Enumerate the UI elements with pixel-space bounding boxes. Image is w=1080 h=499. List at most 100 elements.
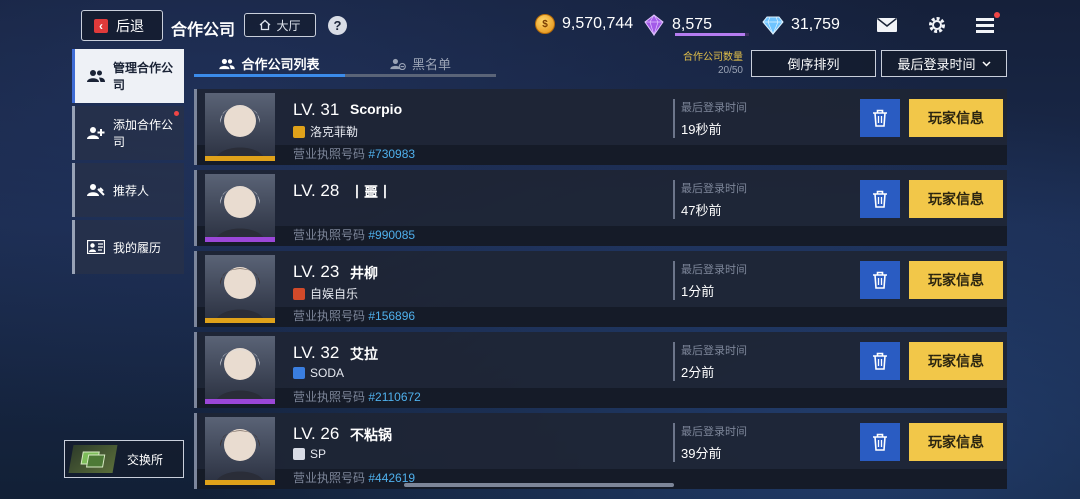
sidebar-item-label: 管理合作公司 [113,61,174,92]
menu-button[interactable] [975,12,1000,35]
player-name: 丨噩丨 [350,184,392,200]
player-info-button[interactable]: 玩家信息 [909,342,1003,380]
tab-underline [345,74,496,77]
handshake-icon [87,181,105,199]
hall-button[interactable]: 大厅 [244,13,316,37]
partner-row: LV. 23 井柳 自娱自乐 营业执照号码 #156896 最后登录时间 1分前… [194,251,1007,327]
player-info-button[interactable]: 玩家信息 [909,99,1003,137]
diamond-value: 31,759 [791,16,840,33]
guild: SP [293,447,326,461]
last-login: 最后登录时间 19秒前 [673,99,747,138]
chevron-down-icon [981,60,991,67]
crystal-value: 8,575 [672,16,713,33]
player-info-button[interactable]: 玩家信息 [909,180,1003,218]
rarity-strip [205,237,275,242]
tab-partner-list[interactable]: 合作公司列表 [194,50,345,77]
scroll-indicator[interactable] [404,483,674,487]
notification-dot [174,111,179,116]
avatar[interactable] [205,93,275,161]
partner-row: LV. 28 丨噩丨 营业执照号码 #990085 最后登录时间 47秒前 玩家… [194,170,1007,246]
settings-button[interactable] [926,15,948,35]
guild: 自娱自乐 [293,285,358,302]
guild-name: 洛克菲勒 [310,125,359,139]
license-value: #730983 [368,147,416,161]
player-level: LV. 23 [293,262,340,281]
character-portrait-icon [215,348,265,404]
delete-partner-button[interactable] [860,342,900,380]
last-login: 最后登录时间 39分前 [673,423,747,462]
player-name: Scorpio [350,101,403,117]
license-value: #990085 [368,228,416,242]
character-portrait-icon [215,186,265,242]
license-label: 营业执照号码 [293,147,366,161]
player-level: LV. 26 [293,424,340,443]
character-portrait-icon [215,267,265,323]
last-login-label: 最后登录时间 [681,264,747,276]
avatar[interactable] [205,336,275,404]
guild-name: 自娱自乐 [310,287,359,301]
block-user-icon [390,58,406,70]
sidebar-item-label: 添加合作公司 [113,118,174,149]
delete-partner-button[interactable] [860,99,900,137]
sidebar-item-referrer[interactable]: 推荐人 [72,163,184,217]
gear-icon [929,17,945,33]
menu-icon [976,18,994,33]
delete-partner-button[interactable] [860,423,900,461]
trash-icon [873,352,887,370]
license-label: 营业执照号码 [293,309,366,323]
exchange-item-icon [68,445,118,473]
avatar[interactable] [205,174,275,242]
crystal-counter: 8,575 [643,14,749,36]
sort-label: 倒序排列 [787,57,840,72]
last-login-label: 最后登录时间 [681,426,747,438]
guild-emblem-icon [293,448,305,460]
users-icon [219,58,236,69]
crystal-progress-bar [675,33,749,36]
guild-name: SODA [310,366,345,380]
delete-partner-button[interactable] [860,261,900,299]
trash-icon [873,433,887,451]
avatar[interactable] [205,417,275,485]
mail-icon [877,18,897,32]
rarity-strip [205,156,275,161]
partner-count-label: 合作公司数量 [683,52,743,63]
delete-partner-button[interactable] [860,180,900,218]
guild-emblem-icon [293,367,305,379]
guild: SODA [293,366,344,380]
player-info-button[interactable]: 玩家信息 [909,423,1003,461]
sort-field-dropdown[interactable]: 最后登录时间 [881,50,1007,77]
sidebar-item-manage[interactable]: 管理合作公司 [72,49,184,103]
player-level: LV. 31 [293,100,340,119]
users-icon [87,67,105,85]
tab-underline [194,74,345,77]
mail-button[interactable] [876,15,898,35]
guild: 洛克菲勒 [293,123,358,140]
tab-blacklist[interactable]: 黑名单 [345,50,496,77]
help-button[interactable]: ? [328,16,347,35]
guild-name: SP [310,447,327,461]
player-info-button[interactable]: 玩家信息 [909,261,1003,299]
avatar[interactable] [205,255,275,323]
back-button[interactable]: ‹ 后退 [81,10,163,41]
diamond-icon [762,14,784,36]
coin-icon: $ [535,14,555,34]
last-login-label: 最后登录时间 [681,183,747,195]
license-number: 营业执照号码 #730983 [293,145,415,162]
page-title: 合作公司 [171,22,236,39]
trash-icon [873,271,887,289]
player-name: 不粘锅 [350,427,392,443]
guild-emblem-icon [293,125,305,138]
last-login-label: 最后登录时间 [681,102,747,114]
license-label: 营业执照号码 [293,390,366,404]
exchange-label: 交换所 [127,452,164,467]
rarity-strip [205,399,275,404]
sidebar-item-history[interactable]: 我的履历 [72,220,184,274]
last-login-value: 1分前 [681,284,715,299]
exchange-button[interactable]: 交换所 [64,440,184,478]
sidebar-item-add[interactable]: 添加合作公司 [72,106,184,160]
player-name: 艾拉 [350,346,378,362]
back-arrow-icon: ‹ [94,18,108,33]
sort-field-label: 最后登录时间 [897,57,976,72]
license-number: 营业执照号码 #156896 [293,307,415,324]
sort-order-button[interactable]: 倒序排列 [751,50,876,77]
